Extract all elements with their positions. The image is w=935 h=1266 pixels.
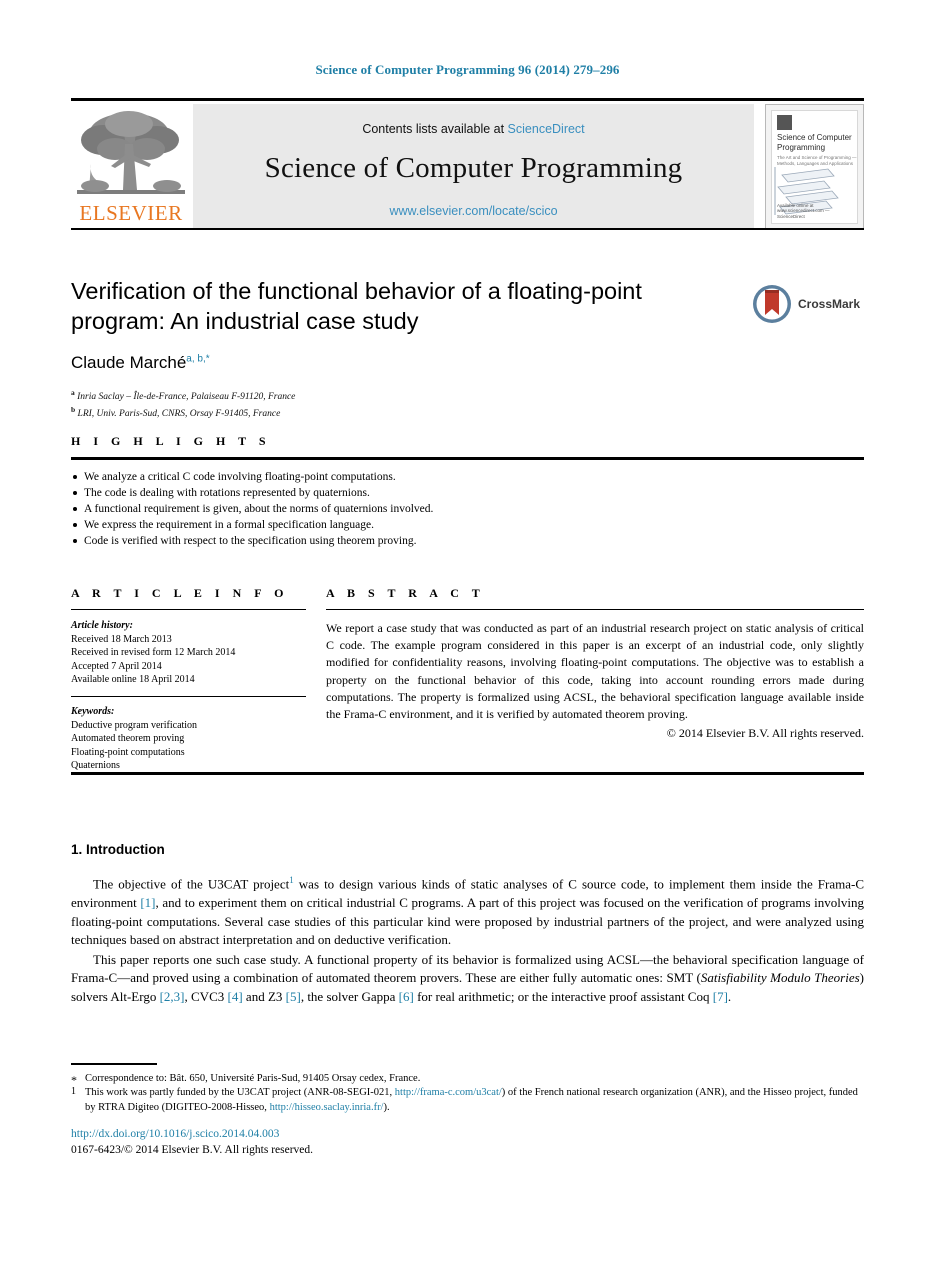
affiliation-text: Inria Saclay – Île-de-France, Palaiseau …	[77, 392, 296, 403]
intro-paragraph-1: The objective of the U3CAT project1 was …	[71, 871, 864, 950]
author-affiliation-marks: a, b,	[186, 353, 206, 365]
history-item: Accepted 7 April 2014	[71, 660, 162, 672]
par2-italic-smt: Satisfiability Modulo Theories	[700, 970, 860, 986]
par1-part1: The objective of the U3CAT project	[93, 876, 290, 892]
author-list: Claude Marchéa, b,*	[71, 353, 864, 373]
cover-title: Science of Computer Programming	[777, 133, 852, 152]
journal-cover-thumbnail: Science of Computer Programming The Art …	[765, 104, 864, 230]
keyword-item: Floating-point computations	[71, 746, 185, 758]
corresponding-author-mark[interactable]: *	[206, 353, 210, 364]
citation-ref-7[interactable]: [7]	[713, 989, 728, 1004]
highlights-heading: H I G H L I G H T S	[71, 434, 271, 448]
elsevier-tree-icon	[77, 111, 185, 194]
article-info-heading: A R T I C L E I N F O	[71, 586, 289, 600]
hisseo-project-link[interactable]: http://hisseo.saclay.inria.fr/	[270, 1102, 384, 1113]
list-item: We express the requirement in a formal s…	[71, 517, 864, 533]
abstract-heading: A B S T R A C T	[326, 586, 485, 600]
elsevier-logo: ELSEVIER	[71, 104, 191, 228]
cover-publisher-badge-icon	[777, 115, 792, 130]
u3cat-project-link[interactable]: http://frama-c.com/u3cat/	[395, 1087, 502, 1098]
keywords-label: Keywords:	[71, 705, 115, 717]
list-item: The code is dealing with rotations repre…	[71, 485, 864, 501]
crossmark-label: CrossMark	[798, 297, 861, 311]
funding-part1: This work was partly funded by the U3CAT…	[85, 1087, 395, 1099]
history-item: Available online 18 April 2014	[71, 674, 195, 686]
abstract-copyright: © 2014 Elsevier B.V. All rights reserved…	[666, 726, 864, 741]
affiliation-item: b LRI, Univ. Paris-Sud, CNRS, Orsay F-91…	[71, 404, 864, 421]
list-item: Code is verified with respect to the spe…	[71, 533, 864, 549]
intro-paragraph-2: This paper reports one such case study. …	[71, 951, 864, 1007]
highlights-section: H I G H L I G H T S We analyze a critica…	[71, 434, 864, 549]
affiliation-mark: a	[71, 388, 75, 397]
par2-part3: , CVC3	[184, 988, 228, 1004]
funding-part3: ).	[383, 1101, 390, 1113]
cover-footer: Available online at www.sciencedirect.co…	[777, 202, 830, 219]
info-abstract-section: A R T I C L E I N F O A B S T R A C T Ar…	[71, 586, 864, 773]
page-title: Verification of the functional behavior …	[71, 278, 642, 334]
crossmark-badge[interactable]: CrossMark	[752, 282, 864, 326]
section-heading-introduction: 1. Introduction	[71, 842, 165, 857]
masthead-center: Contents lists available at ScienceDirec…	[193, 104, 754, 228]
footnote-funding: 1 This work was partly funded by the U3C…	[71, 1086, 864, 1115]
footnote-correspondence-text: Correspondence to: Bât. 650, Université …	[85, 1072, 421, 1084]
footnotes-section: * Correspondence to: Bât. 650, Universit…	[71, 1063, 864, 1115]
keywords-block: Keywords: Deductive program verification…	[71, 697, 306, 773]
cover-subtitle: The Art and Science of Programming — Met…	[777, 155, 857, 166]
elsevier-wordmark: ELSEVIER	[79, 201, 183, 225]
keyword-item: Automated theorem proving	[71, 733, 185, 745]
article-history-label: Article history:	[71, 620, 133, 631]
par2-part7: .	[727, 988, 732, 1004]
info-abstract-bottom-rule	[71, 772, 864, 775]
journal-title: Science of Computer Programming	[264, 152, 683, 184]
par2-part6: for real arithmetic; or the interactive …	[413, 988, 713, 1004]
keyword-item: Quaternions	[71, 760, 120, 772]
crossmark-icon	[753, 285, 791, 323]
par1-part3: , and to experiment them on critical ind…	[71, 894, 864, 948]
author-name: Claude Marché	[71, 353, 187, 372]
journal-article-page: Science of Computer Programming 96 (2014…	[0, 0, 935, 1266]
affiliation-list: a Inria Saclay – Île-de-France, Palaisea…	[71, 387, 864, 420]
history-item: Received in revised form 12 March 2014	[71, 647, 236, 659]
introduction-section: 1. Introduction The objective of the U3C…	[71, 842, 864, 1006]
affiliation-mark: b	[71, 404, 76, 414]
citation-ref-6[interactable]: [6]	[399, 989, 414, 1004]
keyword-item: Deductive program verification	[71, 719, 198, 731]
cover-inner: Science of Computer Programming The Art …	[771, 110, 858, 224]
citation-ref-2-3[interactable]: [2,3]	[160, 989, 185, 1004]
list-item: We analyze a critical C code involving f…	[71, 469, 864, 485]
contents-available-line: Contents lists available at ScienceDirec…	[193, 122, 754, 136]
footnote-mark-1: 1	[71, 1086, 76, 1098]
masthead-bottom-rule	[71, 228, 864, 230]
journal-homepage-link[interactable]: www.elsevier.com/locate/scico	[193, 204, 754, 218]
affiliation-item: a Inria Saclay – Île-de-France, Palaisea…	[71, 387, 864, 404]
par2-part4: and Z3	[242, 988, 286, 1004]
article-title-block: Verification of the functional behavior …	[71, 276, 864, 420]
history-item: Received 18 March 2013	[71, 633, 172, 645]
footnote-separator-rule	[71, 1063, 157, 1065]
sciencedirect-link[interactable]: ScienceDirect	[508, 122, 585, 136]
doi-link[interactable]: http://dx.doi.org/10.1016/j.scico.2014.0…	[71, 1127, 571, 1143]
journal-masthead: ELSEVIER Contents lists available at Sci…	[71, 98, 864, 230]
citation-ref-1[interactable]: [1]	[140, 895, 155, 910]
list-item: A functional requirement is given, about…	[71, 501, 864, 517]
abstract-text: We report a case study that was conducte…	[326, 621, 864, 722]
citation-ref-4[interactable]: [4]	[228, 989, 243, 1004]
par2-part5: , the solver Gappa	[300, 988, 399, 1004]
highlights-list: We analyze a critical C code involving f…	[71, 460, 864, 549]
citation-ref-5[interactable]: [5]	[286, 989, 301, 1004]
issn-copyright-line: 0167-6423/© 2014 Elsevier B.V. All right…	[71, 1143, 314, 1156]
masthead-top-rule	[71, 98, 864, 101]
affiliation-text: LRI, Univ. Paris-Sud, CNRS, Orsay F-9140…	[77, 408, 281, 419]
contents-prefix: Contents lists available at	[362, 122, 508, 136]
running-head: Science of Computer Programming 96 (2014…	[315, 62, 620, 77]
article-history: Article history: Received 18 March 2013 …	[71, 610, 306, 687]
footnote-correspondence: * Correspondence to: Bât. 650, Universit…	[71, 1072, 864, 1087]
doi-footer: http://dx.doi.org/10.1016/j.scico.2014.0…	[71, 1127, 571, 1158]
